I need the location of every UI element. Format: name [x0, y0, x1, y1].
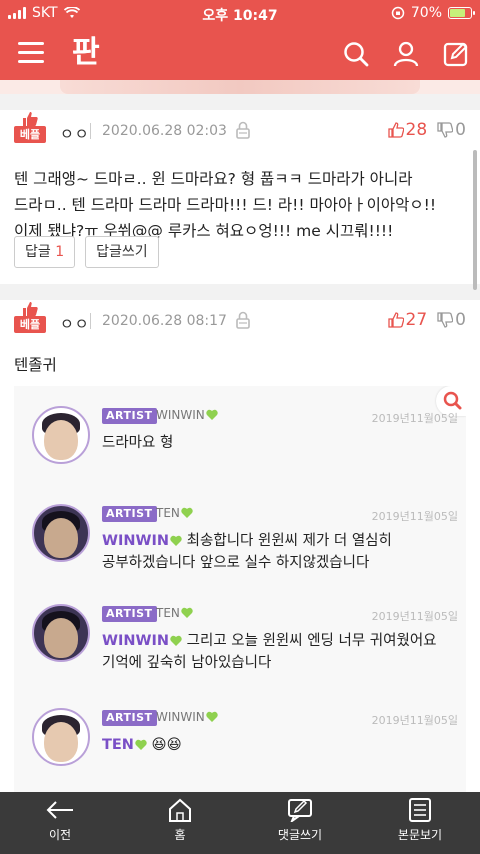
back-arrow-icon	[46, 801, 73, 819]
bottom-nav: 이전 홈 댓글쓰기 본문보기	[0, 792, 480, 854]
nav-write-comment[interactable]: 댓글쓰기	[240, 792, 360, 854]
thumbs-up-icon	[23, 302, 38, 316]
artist-badge: ARTIST	[102, 408, 157, 424]
vote-group: 27 0	[387, 310, 466, 330]
scrollbar[interactable]	[473, 150, 477, 290]
message-text: WINWIN 최송합니다 윈윈씨 제가 더 열심히 공부하겠습니다 앞으로 실수…	[102, 533, 392, 571]
comment-author: ㅇㅇ	[60, 125, 90, 143]
battery-percent: 70%	[410, 5, 442, 21]
comment-header: 베플 ㅇㅇ 2020.06.28 02:03 28 0	[14, 110, 466, 150]
best-badge: 베플	[14, 112, 46, 148]
document-icon	[409, 798, 431, 822]
app-logo[interactable]: 판	[72, 34, 100, 72]
embedded-image: ARTIST WINWIN 2019년11월05일 드라마요 형 ARTIST …	[14, 386, 466, 801]
home-icon	[169, 798, 191, 822]
artist-message: ARTIST TEN 2019년11월05일 WINWIN 최송합니다 윈윈씨 …	[32, 504, 458, 594]
upvote-count: 27	[405, 310, 428, 330]
message-text: 드라마요 형	[102, 435, 174, 451]
artist-nick: WINWIN	[156, 710, 218, 724]
thumbs-down-icon	[437, 122, 454, 138]
banner	[0, 80, 480, 94]
user-icon[interactable]	[392, 40, 420, 68]
write-comment-icon	[288, 799, 312, 822]
hamburger-menu-icon[interactable]	[18, 42, 44, 64]
green-heart-icon	[206, 711, 218, 722]
avatar	[32, 604, 90, 662]
message-text: WINWIN 그리고 오늘 윈윈씨 엔딩 너무 귀여웠어요 기억에 깊숙히 남아…	[102, 633, 437, 671]
artist-nick: TEN	[156, 606, 193, 620]
rotation-lock-icon	[391, 6, 405, 20]
upvote-button[interactable]: 28	[387, 120, 428, 140]
nav-view-article[interactable]: 본문보기	[360, 792, 480, 854]
app-bar: 판	[0, 28, 480, 80]
reply-count: 1	[55, 244, 65, 260]
downvote-button[interactable]: 0	[437, 310, 466, 330]
artist-badge: ARTIST	[102, 606, 157, 622]
comment-date: 2020.06.28 08:17	[102, 313, 227, 329]
app-bar-actions	[342, 40, 470, 68]
message-text: TEN 😆😆	[102, 737, 182, 753]
downvote-count: 0	[455, 310, 466, 330]
green-heart-icon	[181, 507, 193, 518]
green-heart-icon	[135, 739, 147, 750]
avatar	[32, 708, 90, 766]
write-reply-button[interactable]: 답글쓰기	[85, 236, 159, 268]
thumbs-up-icon	[23, 112, 38, 126]
edit-icon[interactable]	[442, 40, 470, 68]
artist-message: ARTIST WINWIN 2019년11월05일 드라마요 형	[32, 406, 458, 496]
nav-back[interactable]: 이전	[0, 792, 120, 854]
comment-header: 베플 ㅇㅇ 2020.06.28 08:17 27 0	[14, 300, 466, 340]
message-date: 2019년11월05일	[371, 510, 458, 523]
message-date: 2019년11월05일	[371, 714, 458, 727]
lock-icon	[236, 311, 250, 329]
message-date: 2019년11월05일	[371, 412, 458, 425]
nav-home[interactable]: 홈	[120, 792, 240, 854]
green-heart-icon	[170, 635, 182, 646]
downvote-button[interactable]: 0	[437, 120, 466, 140]
artist-message: ARTIST TEN 2019년11월05일 WINWIN 그리고 오늘 윈윈씨…	[32, 604, 458, 694]
artist-nick: WINWIN	[156, 408, 218, 422]
green-heart-icon	[181, 607, 193, 618]
green-heart-icon	[206, 409, 218, 420]
comment-item: 베플 ㅇㅇ 2020.06.28 02:03 28 0 텐 그래앵~ 드마ㄹ..…	[0, 110, 480, 290]
artist-nick: TEN	[156, 506, 193, 520]
battery-icon	[448, 7, 475, 19]
vote-group: 28 0	[387, 120, 466, 140]
artist-badge: ARTIST	[102, 506, 157, 522]
upvote-count: 28	[405, 120, 428, 140]
downvote-count: 0	[455, 120, 466, 140]
artist-message: ARTIST WINWIN 2019년11월05일 TEN 😆😆	[32, 708, 458, 798]
upvote-button[interactable]: 27	[387, 310, 428, 330]
artist-badge: ARTIST	[102, 710, 157, 726]
best-badge: 베플	[14, 302, 46, 338]
thumbs-down-icon	[437, 312, 454, 328]
status-right: 70%	[391, 5, 475, 21]
comment-text: 텐 그래앵~ 드마ㄹ.. 윈 드마라요? 형 풉ㅋㅋ 드마라가 아니라 드라ㅁ.…	[14, 170, 437, 240]
comment-item: 베플 ㅇㅇ 2020.06.28 08:17 27 0 텐졸귀 ARTIST W…	[0, 300, 480, 801]
avatar	[32, 406, 90, 464]
lock-icon	[236, 121, 250, 139]
green-heart-icon	[170, 535, 182, 546]
message-date: 2019년11월05일	[371, 610, 458, 623]
battery-fill	[450, 9, 466, 17]
comment-actions: 답글 1 답글쓰기	[14, 236, 159, 268]
comment-date: 2020.06.28 02:03	[102, 123, 227, 139]
comment-text: 텐졸귀	[14, 356, 57, 374]
status-bar: SKT 오후 10:47 70%	[0, 0, 480, 28]
thumbs-up-icon	[387, 312, 404, 328]
avatar	[32, 504, 90, 562]
thumbs-up-icon	[387, 122, 404, 138]
reply-button[interactable]: 답글 1	[14, 236, 76, 268]
search-icon[interactable]	[342, 40, 370, 68]
comment-author: ㅇㅇ	[60, 315, 90, 333]
